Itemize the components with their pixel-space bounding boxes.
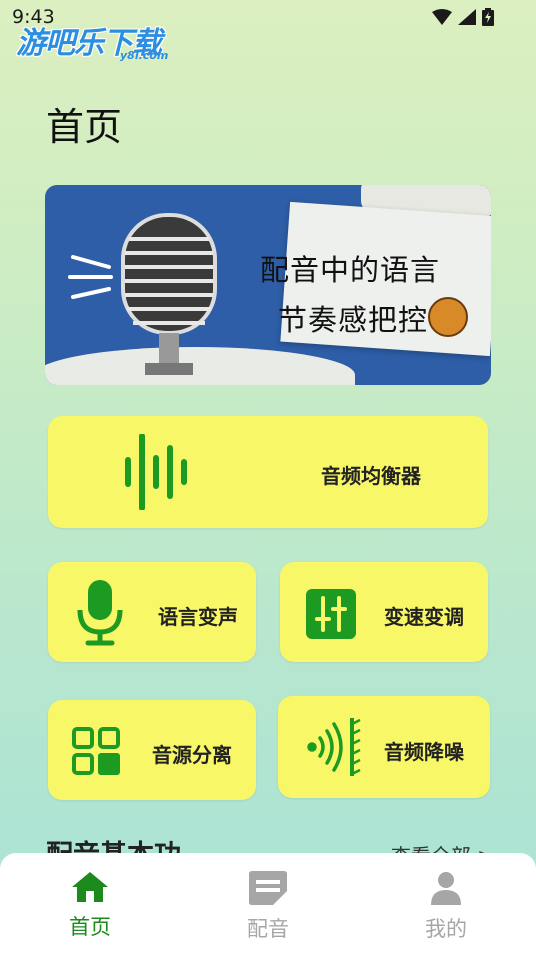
watermark-logo: 游吧乐下载 y8l.com	[16, 18, 168, 62]
noise-reduction-card[interactable]: 音频降噪	[278, 696, 490, 798]
battery-icon	[482, 8, 494, 26]
equalizer-label: 音频均衡器	[321, 464, 421, 488]
nav-label-dubbing: 配音	[247, 917, 289, 941]
bottom-nav: 首页 配音 我的	[0, 853, 536, 953]
nav-label-profile: 我的	[425, 917, 467, 941]
nav-item-home[interactable]: 首页	[50, 871, 130, 941]
speed-pitch-label: 变速变调	[384, 605, 464, 629]
microphone-icon	[77, 580, 123, 646]
noise-reduction-label: 音频降噪	[384, 740, 464, 764]
waveform-icon	[125, 434, 187, 510]
nav-item-dubbing[interactable]: 配音	[228, 871, 308, 943]
nav-item-profile[interactable]: 我的	[406, 871, 486, 943]
page-title: 首页	[46, 105, 123, 149]
document-icon	[249, 871, 287, 905]
smiley-sticker-icon	[428, 297, 468, 337]
home-icon	[72, 872, 108, 902]
speed-pitch-card[interactable]: 变速变调	[280, 562, 488, 662]
banner-title-line1: 配音中的语言	[260, 253, 441, 287]
voice-changer-card[interactable]: 语言变声	[48, 562, 256, 662]
status-icons	[432, 8, 494, 26]
source-separation-label: 音源分离	[152, 743, 232, 767]
promo-banner[interactable]: 配音中的语言 节奏感把控	[45, 185, 491, 385]
signal-icon	[458, 9, 476, 25]
microphone-illustration-icon	[68, 213, 217, 375]
sound-waves-icon	[307, 718, 361, 776]
banner-title-line2: 节奏感把控	[278, 303, 429, 337]
equalizer-card[interactable]: 音频均衡器	[48, 416, 488, 528]
voice-changer-label: 语言变声	[158, 605, 238, 629]
user-icon	[431, 872, 461, 905]
grid-icon	[72, 727, 120, 775]
nav-label-home: 首页	[69, 915, 111, 939]
watermark-domain: y8l.com	[120, 49, 169, 62]
wifi-icon	[432, 9, 452, 25]
sliders-icon	[306, 589, 356, 639]
source-separation-card[interactable]: 音源分离	[48, 700, 256, 800]
